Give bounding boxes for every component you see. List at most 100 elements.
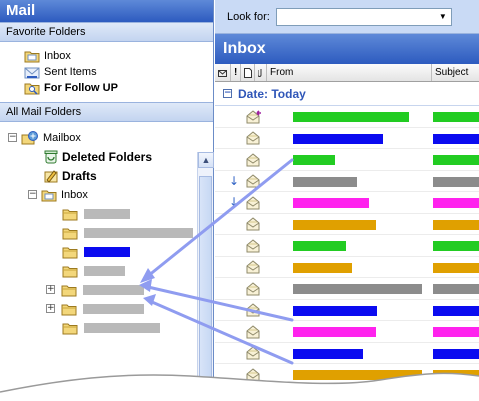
open-envelope-icon [246, 217, 260, 231]
folder-tree-scrollbar[interactable]: ▲ [197, 152, 214, 401]
search-folder-icon [24, 83, 40, 95]
message-row[interactable] [215, 257, 479, 278]
message-row[interactable] [215, 128, 479, 149]
message-list: ↓ ↓ [215, 106, 479, 386]
redacted-sender [293, 219, 376, 230]
subfolder-row[interactable]: + [0, 280, 213, 299]
message-row[interactable] [215, 300, 479, 321]
deleted-folders-label: Deleted Folders [62, 149, 153, 164]
look-for-input[interactable]: ▼ [275, 7, 452, 26]
open-envelope-icon [246, 368, 260, 382]
dropdown-arrow-icon[interactable]: ▼ [434, 8, 451, 25]
favorite-item-label: Inbox [44, 50, 71, 62]
message-row[interactable] [215, 278, 479, 300]
redacted-subject [433, 176, 479, 187]
importance-column-icon[interactable] [215, 64, 231, 81]
mail-pane-title: Mail [0, 0, 213, 22]
message-row[interactable] [215, 321, 479, 343]
sent-items-icon [24, 67, 40, 79]
redacted-subject [433, 112, 479, 122]
expand-folder-icon[interactable]: + [46, 304, 55, 313]
folder-icon [62, 228, 78, 239]
redacted-sender [293, 155, 335, 165]
priority-column-icon[interactable]: ! [231, 64, 241, 81]
message-row[interactable] [215, 106, 479, 128]
open-envelope-icon [246, 260, 260, 274]
scrollbar-thumb[interactable] [199, 176, 212, 401]
subfolder-row[interactable] [0, 204, 213, 223]
redacted-subject [433, 284, 479, 294]
redacted-folder-name [84, 265, 125, 276]
redacted-folder-name [83, 303, 144, 314]
folder-icon [61, 285, 77, 296]
redacted-sender [293, 348, 363, 359]
subfolder-row[interactable]: + [0, 299, 213, 318]
redacted-sender [293, 262, 352, 273]
subfolder-row-target[interactable] [0, 242, 213, 261]
message-row[interactable] [215, 149, 479, 171]
redacted-sender [293, 284, 422, 294]
date-group-label: Date: Today [238, 86, 306, 101]
date-group-header[interactable]: − Date: Today [215, 82, 479, 106]
redacted-subject [433, 155, 479, 165]
favorite-item[interactable]: For Follow UP [24, 80, 213, 96]
collapse-group-icon[interactable]: − [223, 89, 232, 98]
message-row[interactable]: ↓ [215, 171, 479, 192]
open-envelope-icon [246, 196, 260, 210]
tree-row-drafts[interactable]: Drafts [0, 166, 213, 185]
open-envelope-icon [246, 303, 260, 317]
message-row[interactable] [215, 235, 479, 257]
redacted-subject [433, 133, 479, 144]
message-row[interactable] [215, 364, 479, 386]
tree-row-mailbox[interactable]: − Mailbox [0, 128, 213, 147]
from-column-header[interactable]: From [267, 64, 432, 81]
redacted-folder-name [84, 322, 160, 333]
folder-icon [62, 209, 78, 220]
mailbox-icon [21, 130, 38, 144]
open-envelope-icon [246, 131, 260, 145]
open-envelope-icon [246, 325, 260, 339]
collapse-mailbox-icon[interactable]: − [8, 133, 17, 142]
message-row[interactable] [215, 214, 479, 235]
redacted-folder-name [84, 246, 130, 257]
favorite-folders-header[interactable]: Favorite Folders [0, 22, 213, 42]
attachment-column-icon[interactable] [255, 64, 267, 81]
redacted-sender [293, 112, 409, 122]
message-row[interactable]: ↓ [215, 192, 479, 214]
scroll-up-icon[interactable]: ▲ [198, 152, 214, 168]
type-column-icon[interactable] [241, 64, 255, 81]
subfolder-row[interactable] [0, 223, 213, 242]
redacted-sender [293, 370, 422, 380]
redacted-folder-name [83, 284, 144, 295]
tree-row-inbox[interactable]: − Inbox [0, 185, 213, 204]
folder-icon [62, 247, 78, 258]
message-list-pane: Look for: ▼ Inbox ! From Subject − Date:… [215, 0, 479, 401]
redacted-subject [433, 348, 479, 359]
favorite-item-label: Sent Items [44, 66, 97, 78]
subfolder-row[interactable] [0, 261, 213, 280]
tree-row-deleted-folders[interactable]: Deleted Folders [0, 147, 213, 166]
redacted-sender [293, 305, 377, 316]
favorite-folders-list: Inbox Sent Items For Follow UP [0, 42, 213, 102]
drafts-label: Drafts [62, 168, 97, 183]
collapse-inbox-icon[interactable]: − [28, 190, 37, 199]
inbox-folder-icon [41, 190, 57, 201]
redacted-sender [293, 133, 383, 144]
low-priority-icon: ↓ [228, 173, 240, 188]
favorite-item[interactable]: Sent Items [24, 64, 213, 80]
recycle-bin-icon [44, 150, 58, 163]
expand-folder-icon[interactable]: + [46, 285, 55, 294]
mailbox-label: Mailbox [43, 131, 81, 144]
redacted-folder-name [84, 227, 193, 238]
all-mail-folders-header[interactable]: All Mail Folders [0, 102, 213, 122]
folder-tree: − Mailbox Deleted Folders Drafts − Inbox… [0, 122, 213, 337]
redacted-subject [433, 198, 479, 208]
favorite-item[interactable]: Inbox [24, 48, 213, 64]
open-envelope-icon [246, 282, 260, 296]
inbox-subfolders: + + [0, 204, 213, 337]
redacted-sender [293, 241, 346, 251]
folder-icon [62, 323, 78, 334]
subfolder-row[interactable] [0, 318, 213, 337]
message-row[interactable] [215, 343, 479, 364]
subject-column-header[interactable]: Subject [432, 64, 479, 81]
